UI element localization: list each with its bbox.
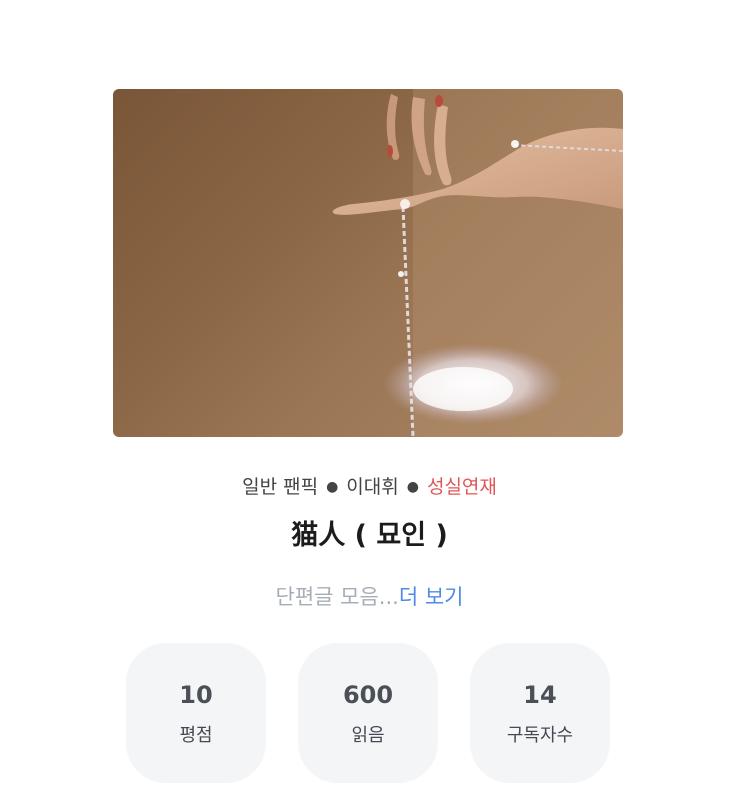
- stat-value: 600: [342, 681, 394, 709]
- stat-label: 평점: [179, 725, 213, 746]
- stat-subscribers-card: 14 구독자수: [470, 643, 610, 783]
- cover-image: [113, 89, 623, 437]
- stat-label: 구독자수: [506, 725, 574, 746]
- genre-label[interactable]: 일반 팬픽: [242, 476, 318, 498]
- description-text: 단편글 모음...: [275, 585, 399, 609]
- stat-label: 읽음: [351, 725, 385, 746]
- page-title: 猫人 ( 묘인 ): [291, 520, 448, 551]
- work-description: 단편글 모음...더 보기: [0, 578, 739, 616]
- work-meta: 일반 팬픽 ● 이대휘 ● 성실연재: [0, 471, 739, 503]
- separator-dot-icon: ●: [406, 479, 419, 495]
- stat-value: 14: [523, 681, 557, 709]
- stat-reads-card: 600 읽음: [298, 643, 438, 783]
- stat-value: 10: [179, 681, 213, 709]
- stat-rating-card: 10 평점: [126, 643, 266, 783]
- more-link[interactable]: 더 보기: [399, 585, 464, 609]
- status-badge: 성실연재: [426, 476, 497, 498]
- character-label[interactable]: 이대휘: [346, 476, 398, 498]
- separator-dot-icon: ●: [326, 479, 339, 495]
